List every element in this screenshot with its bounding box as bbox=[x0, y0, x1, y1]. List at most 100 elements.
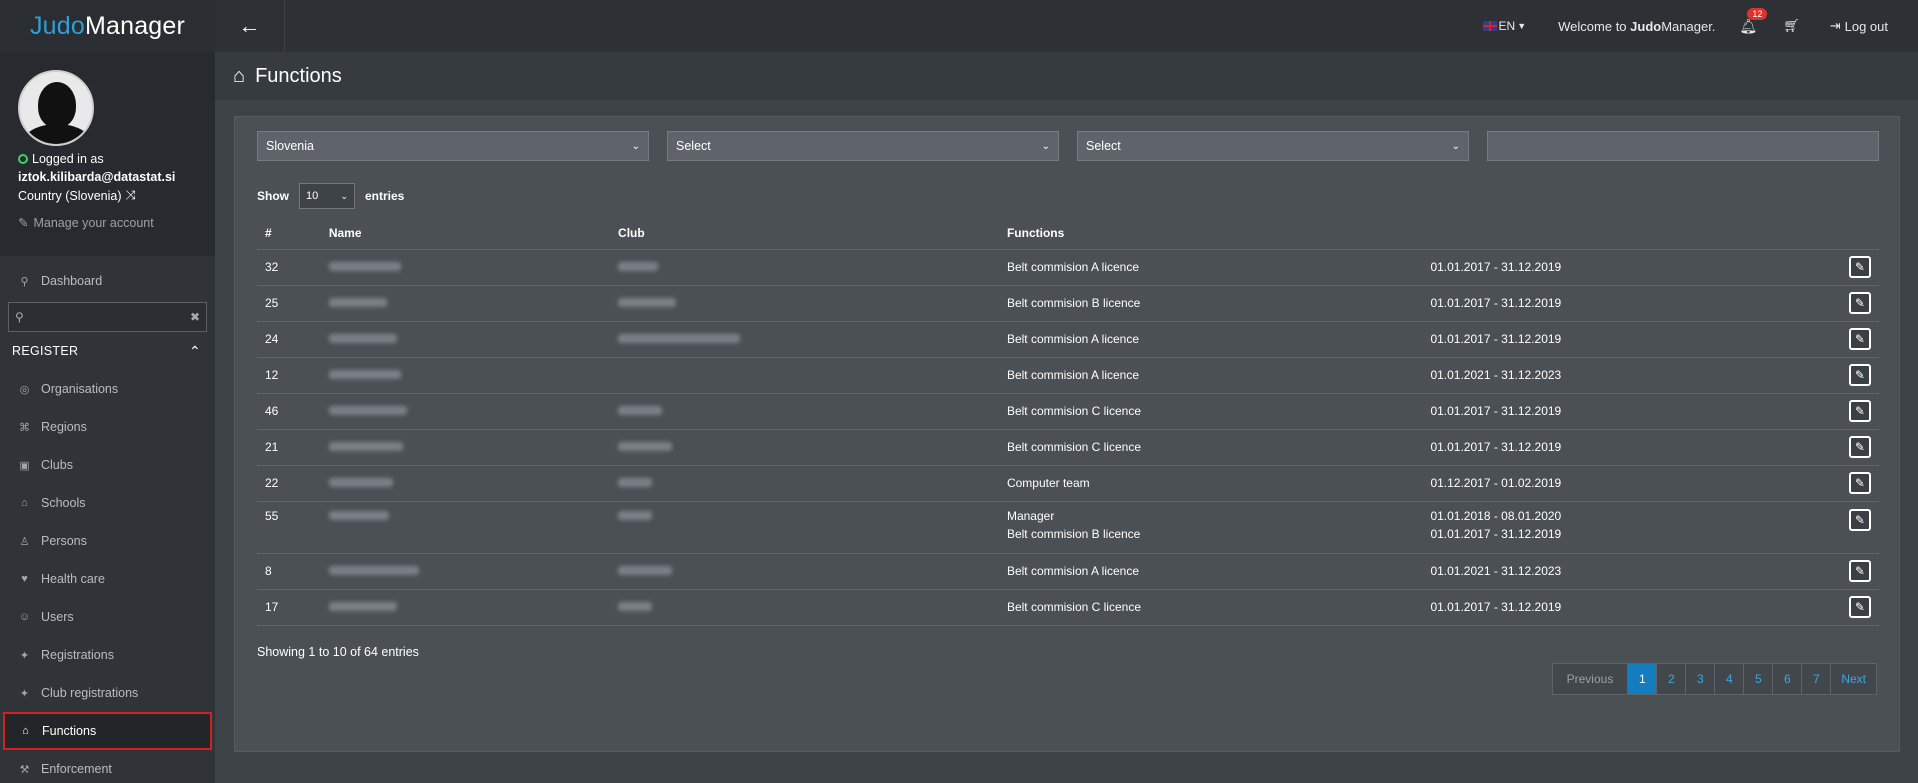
pagination-page[interactable]: 3 bbox=[1686, 664, 1716, 694]
col-num-header[interactable]: # bbox=[257, 217, 321, 250]
pagination-page[interactable]: 2 bbox=[1657, 664, 1687, 694]
register-section-toggle[interactable]: REGISTER ⌃ bbox=[0, 332, 215, 370]
clear-icon[interactable]: ✖ bbox=[190, 310, 200, 324]
sidebar-item-organisations[interactable]: ◎ Organisations bbox=[0, 370, 215, 408]
filter-search-input[interactable] bbox=[1487, 131, 1879, 161]
table-row: 46 Belt commision C licence 01.01.2017 -… bbox=[257, 393, 1879, 430]
pagination-previous[interactable]: Previous bbox=[1553, 664, 1629, 694]
row-club bbox=[610, 357, 999, 394]
row-date: 01.01.2018 - 08.01.2020 bbox=[1430, 508, 1562, 523]
sidebar-item-label: Enforcement bbox=[41, 762, 112, 776]
edit-icon[interactable]: ✎ bbox=[1848, 560, 1871, 582]
pencil-icon: ✎ bbox=[18, 216, 29, 230]
sidebar-item-functions[interactable]: ⌂ Functions bbox=[3, 712, 212, 750]
country-label: Country (Slovenia) bbox=[18, 188, 122, 203]
edit-icon[interactable]: ✎ bbox=[1848, 364, 1871, 386]
sidebar-item-label: Schools bbox=[41, 496, 86, 510]
col-club-header[interactable]: Club bbox=[610, 217, 999, 250]
row-dates: 01.01.2021 - 31.12.2023 bbox=[1422, 357, 1841, 394]
notifications-button[interactable]: 🔔︎ 12 bbox=[1739, 7, 1768, 35]
shuffle-icon: ⤨ bbox=[125, 188, 136, 202]
sidebar-item-health-care[interactable]: ♥ Health care bbox=[0, 560, 215, 598]
row-function: Belt commision A licence bbox=[998, 249, 1423, 286]
sidebar-item-schools[interactable]: ⌂ Schools bbox=[0, 484, 215, 522]
sidebar-item-label: Registrations bbox=[41, 648, 114, 662]
edit-icon[interactable]: ✎ bbox=[1848, 400, 1871, 422]
edit-icon[interactable]: ✎ bbox=[1848, 292, 1871, 314]
sidebar-item-dashboard[interactable]: ⚲ Dashboard bbox=[0, 262, 215, 300]
row-name bbox=[320, 465, 611, 502]
edit-icon[interactable]: ✎ bbox=[1848, 436, 1871, 458]
cart-icon[interactable]: 🛒︎ bbox=[1783, 18, 1800, 34]
table-row: 24 Belt commision A licence 01.01.2017 -… bbox=[257, 321, 1879, 358]
chevron-down-icon: ⌄ bbox=[1041, 140, 1050, 152]
sidebar-item-regions[interactable]: ⌘ Regions bbox=[0, 408, 215, 446]
row-function: Manager bbox=[1006, 508, 1055, 523]
filter-select-1[interactable]: Select ⌄ bbox=[667, 131, 1059, 161]
row-edit: ✎ bbox=[1840, 589, 1879, 626]
col-functions-header[interactable]: Functions bbox=[998, 217, 1423, 250]
row-dates: 01.01.2017 - 31.12.2019 bbox=[1422, 393, 1841, 430]
row-function: Belt commision C licence bbox=[998, 429, 1423, 466]
table-row: 17 Belt commision C licence 01.01.2017 -… bbox=[257, 589, 1879, 626]
sidebar-item-label: Regions bbox=[41, 420, 87, 434]
table-row: 12 Belt commision A licence 01.01.2021 -… bbox=[257, 357, 1879, 394]
row-club bbox=[610, 553, 999, 590]
country-select-value: Slovenia bbox=[266, 139, 314, 153]
logout-label: Log out bbox=[1844, 18, 1888, 34]
home-icon[interactable]: ⌂ bbox=[233, 65, 245, 88]
register-label: REGISTER bbox=[12, 344, 79, 358]
sidebar-item-clubs[interactable]: ▣ Clubs bbox=[0, 446, 215, 484]
caret-down-icon: ▼ bbox=[1517, 21, 1527, 31]
page-length-select[interactable]: 10 ⌄ bbox=[299, 183, 355, 209]
manage-account-link[interactable]: ✎ Manage your account bbox=[18, 215, 197, 231]
table-row: 25 Belt commision B licence 01.01.2017 -… bbox=[257, 285, 1879, 322]
sidebar-item-label: Clubs bbox=[41, 458, 73, 472]
brand-logo[interactable]: Judo Manager bbox=[0, 0, 215, 52]
users-icon: ☺ bbox=[18, 611, 31, 623]
table-row: 8 Belt commision A licence 01.01.2021 - … bbox=[257, 553, 1879, 590]
row-function: Belt commision B licence bbox=[998, 285, 1423, 322]
country-switch[interactable]: Country (Slovenia) ⤨ bbox=[18, 188, 197, 203]
edit-icon[interactable]: ✎ bbox=[1848, 472, 1871, 494]
pagination-page[interactable]: 4 bbox=[1715, 664, 1745, 694]
table-row: 55 Manager Belt commision B licence 01.01… bbox=[257, 501, 1879, 554]
row-edit: ✎ bbox=[1840, 357, 1879, 394]
topbar: ← EN ▼ Welcome to JudoManager. 🔔︎ 12 🛒︎ ⇥ L… bbox=[215, 0, 1918, 52]
row-date: 01.01.2017 - 31.12.2019 bbox=[1430, 526, 1562, 541]
sidebar-item-label: Persons bbox=[41, 534, 87, 548]
language-selector[interactable]: EN ▼ bbox=[1482, 19, 1527, 33]
back-arrow-icon[interactable]: ← bbox=[215, 0, 285, 52]
row-name bbox=[320, 589, 611, 626]
pin-icon: ✦ bbox=[19, 687, 30, 700]
pagination-page[interactable]: 5 bbox=[1744, 664, 1774, 694]
user-profile: Logged in as iztok.kilibarda@datastat.si… bbox=[0, 52, 215, 256]
sidebar-item-users[interactable]: ☺ Users bbox=[0, 598, 215, 636]
edit-icon[interactable]: ✎ bbox=[1848, 508, 1871, 531]
row-num: 22 bbox=[257, 465, 321, 502]
row-num: 8 bbox=[257, 553, 321, 590]
sidebar-search-input[interactable]: ⚲ ✖ bbox=[8, 302, 207, 332]
col-name-header[interactable]: Name bbox=[320, 217, 611, 250]
sidebar-item-persons[interactable]: ♙ Persons bbox=[0, 522, 215, 560]
map-icon: ⌘ bbox=[19, 421, 30, 434]
page-header: ⌂ Functions bbox=[215, 52, 1918, 100]
pagination-page[interactable]: 6 bbox=[1773, 664, 1803, 694]
row-dates: 01.01.2017 - 31.12.2019 bbox=[1422, 285, 1841, 322]
country-select[interactable]: Slovenia ⌄ bbox=[257, 131, 649, 161]
logout-link[interactable]: ⇥ Log out bbox=[1830, 18, 1888, 34]
filter-select-2[interactable]: Select ⌄ bbox=[1077, 131, 1469, 161]
pagination-page[interactable]: 7 bbox=[1802, 664, 1832, 694]
pagination-next[interactable]: Next bbox=[1831, 664, 1876, 694]
edit-icon[interactable]: ✎ bbox=[1848, 328, 1871, 350]
sidebar-item-registrations[interactable]: ✦ Registrations bbox=[0, 636, 215, 674]
language-label: EN bbox=[1498, 19, 1516, 33]
table-row: 21 Belt commision C licence 01.01.2017 -… bbox=[257, 429, 1879, 466]
sidebar-item-enforcement[interactable]: ⚒ Enforcement bbox=[0, 750, 215, 783]
edit-icon[interactable]: ✎ bbox=[1848, 596, 1871, 618]
pagination-page[interactable]: 1 bbox=[1628, 664, 1658, 694]
edit-icon[interactable]: ✎ bbox=[1848, 256, 1871, 278]
sidebar-item-club-registrations[interactable]: ✦ Club registrations bbox=[0, 674, 215, 712]
sidebar-item-label: Users bbox=[41, 610, 74, 624]
page-title: Functions bbox=[255, 64, 342, 87]
